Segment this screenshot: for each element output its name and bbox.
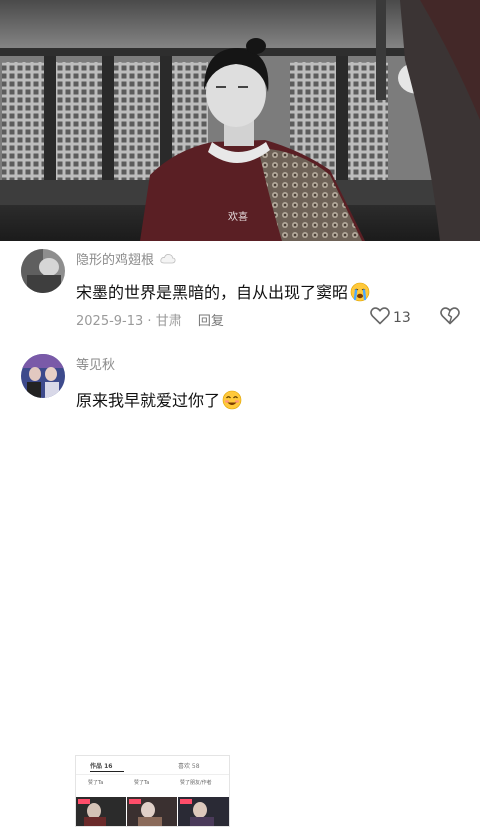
embedded-tab-works: 作品 16: [90, 763, 113, 770]
avatar[interactable]: [21, 354, 65, 398]
comment-item: 等见秋 原来我早就爱过你了 作品 16 喜欢 58 赞了Ta 赞了Ta 赞了朋友…: [0, 345, 480, 827]
username[interactable]: 等见秋: [76, 354, 115, 373]
comment-date: 2025-9-13: [76, 314, 144, 329]
comment-text: 宋墨的世界是黑暗的，自从出现了窦昭: [76, 279, 370, 306]
comment-meta: 2025-9-13 · 甘肃 回复: [76, 310, 224, 329]
username[interactable]: 隐形的鸡翅根: [76, 249, 176, 268]
active-tab-indicator: [90, 771, 124, 772]
embedded-tab-bar: 作品 16 喜欢 58: [76, 756, 229, 774]
middle-dot: ·: [147, 314, 152, 329]
username-text: 等见秋: [76, 358, 116, 373]
video-caption: 欢喜: [228, 212, 248, 223]
comment-text-content: 原来我早就爱过你了: [76, 391, 221, 410]
avatar[interactable]: [21, 249, 65, 293]
video-frame[interactable]: 欢喜: [0, 0, 480, 241]
embedded-label: 赞了朋友/作者: [180, 780, 212, 786]
cloud-icon: [160, 253, 176, 268]
comment-location: 甘肃: [155, 314, 182, 329]
like-button[interactable]: 13: [370, 307, 411, 329]
reply-button[interactable]: 回复: [198, 314, 224, 329]
comment-text-content: 宋墨的世界是黑暗的，自从出现了窦昭: [76, 283, 349, 302]
smiling-face-icon: [222, 390, 242, 414]
embedded-label: 赞了Ta: [134, 780, 150, 786]
like-count: 13: [393, 310, 411, 326]
username-text: 隐形的鸡翅根: [76, 253, 155, 268]
embedded-thumbnail-row: [76, 797, 229, 826]
comment-text: 原来我早就爱过你了: [76, 387, 242, 414]
embedded-tab-liked: 喜欢 58: [178, 763, 200, 770]
embedded-label-row: 赞了Ta 赞了Ta 赞了朋友/作者: [76, 778, 229, 788]
comment-item: 隐形的鸡翅根 宋墨的世界是黑暗的，自从出现了窦昭 2025-9-13 · 甘肃 …: [0, 241, 480, 341]
dislike-button[interactable]: [440, 307, 460, 329]
embedded-screenshot[interactable]: 作品 16 喜欢 58 赞了Ta 赞了Ta 赞了朋友/作者: [75, 755, 230, 827]
video-still-image: [0, 0, 480, 241]
crying-face-icon: [350, 282, 370, 306]
embedded-label: 赞了Ta: [88, 780, 104, 786]
divider: [76, 774, 229, 775]
heart-icon: [370, 307, 390, 329]
broken-heart-icon: [440, 307, 460, 329]
